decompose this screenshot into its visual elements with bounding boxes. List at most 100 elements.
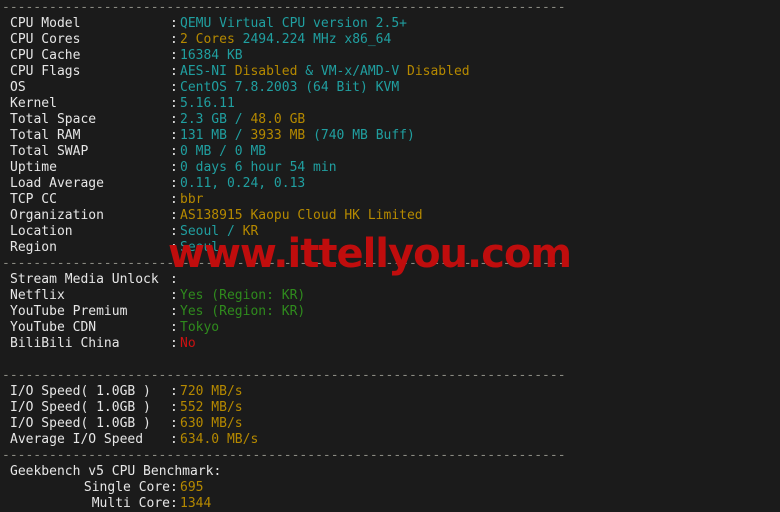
- i-o-speed-1-0gb-label: I/O Speed( 1.0GB ): [10, 384, 151, 399]
- youtube-cdn-label: YouTube CDN: [10, 320, 97, 335]
- colon-separator: :: [170, 400, 178, 415]
- load-average-value: 0.11, 0.24, 0.13: [180, 176, 306, 191]
- total-space-value: /: [234, 112, 251, 127]
- colon-separator: :: [170, 336, 178, 351]
- region-label: Region: [10, 240, 57, 255]
- terminal-row: Average I/O Speed:634.0 MB/s: [0, 432, 780, 448]
- terminal-row: YouTube Premium: Yes (Region: KR): [0, 304, 780, 320]
- os-value: CentOS 7.8.2003 (64 Bit) KVM: [180, 80, 400, 95]
- organization-label: Organization: [10, 208, 104, 223]
- colon-separator: :: [170, 288, 178, 303]
- colon-separator: :: [170, 176, 178, 191]
- terminal-row: Location: Seoul / KR: [0, 224, 780, 240]
- colon-separator: :: [170, 112, 178, 127]
- colon-separator: :: [170, 144, 178, 159]
- cpu-flags-value: Disabled: [234, 64, 298, 79]
- terminal-row: BiliBili China: No: [0, 336, 780, 352]
- average-i-o-speed-label: Average I/O Speed: [10, 432, 144, 447]
- stream-media-unlock-label: Stream Media Unlock: [10, 272, 159, 287]
- cpu-cache-label: CPU Cache: [10, 48, 81, 63]
- cpu-cores-label: CPU Cores: [10, 32, 81, 47]
- terminal-row: Load Average:0.11, 0.24, 0.13: [0, 176, 780, 192]
- i-o-speed-1-0gb-value: 552 MB/s: [180, 400, 243, 415]
- terminal-row: Stream Media Unlock:: [0, 272, 780, 288]
- load-average-label: Load Average: [10, 176, 104, 191]
- terminal-row: Uptime:0 days 6 hour 54 min: [0, 160, 780, 176]
- colon-separator: :: [170, 480, 178, 495]
- cpu-cores-value: 2494.224 MHz x86_64: [242, 32, 392, 47]
- organization-value: AS138915 Kaopu Cloud HK Limited: [180, 208, 423, 223]
- terminal-row: CPU Model: QEMU Virtual CPU version 2.5+: [0, 16, 780, 32]
- terminal-row: Kernel:5.16.11: [0, 96, 780, 112]
- kernel-label: Kernel: [10, 96, 57, 111]
- colon-separator: :: [170, 320, 178, 335]
- uptime-value: 0 days 6 hour 54 min: [180, 160, 337, 175]
- terminal-row: Organization: AS138915 Kaopu Cloud HK Lim…: [0, 208, 780, 224]
- region-value: Seoul: [180, 240, 220, 255]
- total-ram-value: (740 MB Buff): [313, 128, 415, 143]
- location-value: KR: [242, 224, 259, 239]
- kernel-value: 5.16.11: [180, 96, 235, 111]
- i-o-speed-1-0gb-label: I/O Speed( 1.0GB ): [10, 400, 151, 415]
- cpu-model-value: QEMU Virtual CPU version 2.5+: [180, 16, 407, 31]
- cpu-cores-value: 2 Cores: [180, 32, 243, 47]
- terminal-row: Total Space:2.3 GB / 48.0 GB: [0, 112, 780, 128]
- colon-separator: :: [170, 240, 178, 255]
- geekbench-heading: Geekbench v5 CPU Benchmark:: [10, 464, 222, 479]
- i-o-speed-1-0gb-value: 720 MB/s: [180, 384, 243, 399]
- multi-core-value: 1344: [180, 496, 212, 511]
- total-swap-label: Total SWAP: [10, 144, 89, 159]
- netflix-value: Yes (Region: KR): [180, 288, 306, 303]
- section-system-info: CPU Model: QEMU Virtual CPU version 2.5+ C…: [0, 16, 780, 256]
- total-ram-value: 131 MB: [180, 128, 235, 143]
- colon-separator: :: [170, 272, 178, 287]
- total-space-label: Total Space: [10, 112, 97, 127]
- colon-separator: :: [170, 16, 178, 31]
- tcp-cc-value: bbr: [180, 192, 204, 207]
- bilibili-china-label: BiliBili China: [10, 336, 120, 351]
- total-ram-value: 3933 MB: [250, 128, 314, 143]
- terminal-row: CPU Cores:2 Cores 2494.224 MHz x86_64: [0, 32, 780, 48]
- location-label: Location: [10, 224, 73, 239]
- cpu-flags-value: AES-NI: [180, 64, 235, 79]
- cpu-model-label: CPU Model: [10, 16, 81, 31]
- youtube-premium-value: Yes (Region: KR): [180, 304, 306, 319]
- uptime-label: Uptime: [10, 160, 57, 175]
- colon-separator: :: [170, 384, 178, 399]
- section-io-speed: I/O Speed( 1.0GB ):720 MB/s I/O Speed( 1.…: [0, 384, 780, 448]
- youtube-cdn-value: Tokyo: [180, 320, 220, 335]
- terminal-row: TCP CC: bbr: [0, 192, 780, 208]
- terminal-row: Multi Core: 1344: [0, 496, 780, 512]
- total-space-value: 2.3 GB: [180, 112, 235, 127]
- multi-core-label: Multi Core: [91, 496, 170, 511]
- terminal-row: Netflix: Yes (Region: KR): [0, 288, 780, 304]
- bilibili-china-value: No: [180, 336, 196, 351]
- terminal-row: Total SWAP:0 MB / 0 MB: [0, 144, 780, 160]
- colon-separator: :: [170, 64, 178, 79]
- terminal-row: Region: Seoul: [0, 240, 780, 256]
- cpu-cache-value: 16384 KB: [180, 48, 243, 63]
- section-stream-media-unlock: Stream Media Unlock: Netflix: Yes (Region:…: [0, 272, 780, 352]
- colon-separator: :: [170, 96, 178, 111]
- terminal-row: Single Core: 695: [0, 480, 780, 496]
- cpu-flags-value: & VM-x/AMD-V: [297, 64, 407, 79]
- location-value: Seoul: [180, 224, 227, 239]
- location-value: /: [226, 224, 243, 239]
- terminal-row: I/O Speed( 1.0GB ):720 MB/s: [0, 384, 780, 400]
- terminal-row: CPU Flags: AES-NI Disabled & VM-x/AMD-V D…: [0, 64, 780, 80]
- tcp-cc-label: TCP CC: [10, 192, 57, 207]
- i-o-speed-1-0gb-value: 630 MB/s: [180, 416, 243, 431]
- colon-separator: :: [170, 208, 178, 223]
- section-geekbench: Geekbench v5 CPU Benchmark: Single Core: 6…: [0, 464, 780, 512]
- i-o-speed-1-0gb-label: I/O Speed( 1.0GB ): [10, 416, 151, 431]
- spacer-1: [0, 352, 780, 368]
- average-i-o-speed-value: 634.0 MB/s: [180, 432, 259, 447]
- terminal-window: ----------------------------------------…: [0, 0, 780, 512]
- netflix-label: Netflix: [10, 288, 65, 303]
- single-core-value: 695: [180, 480, 204, 495]
- terminal-row: YouTube CDN: Tokyo: [0, 320, 780, 336]
- total-swap-value: 0 MB / 0 MB: [180, 144, 267, 159]
- terminal-output: ----------------------------------------…: [0, 0, 780, 512]
- os-label: OS: [10, 80, 26, 95]
- colon-separator: :: [170, 80, 178, 95]
